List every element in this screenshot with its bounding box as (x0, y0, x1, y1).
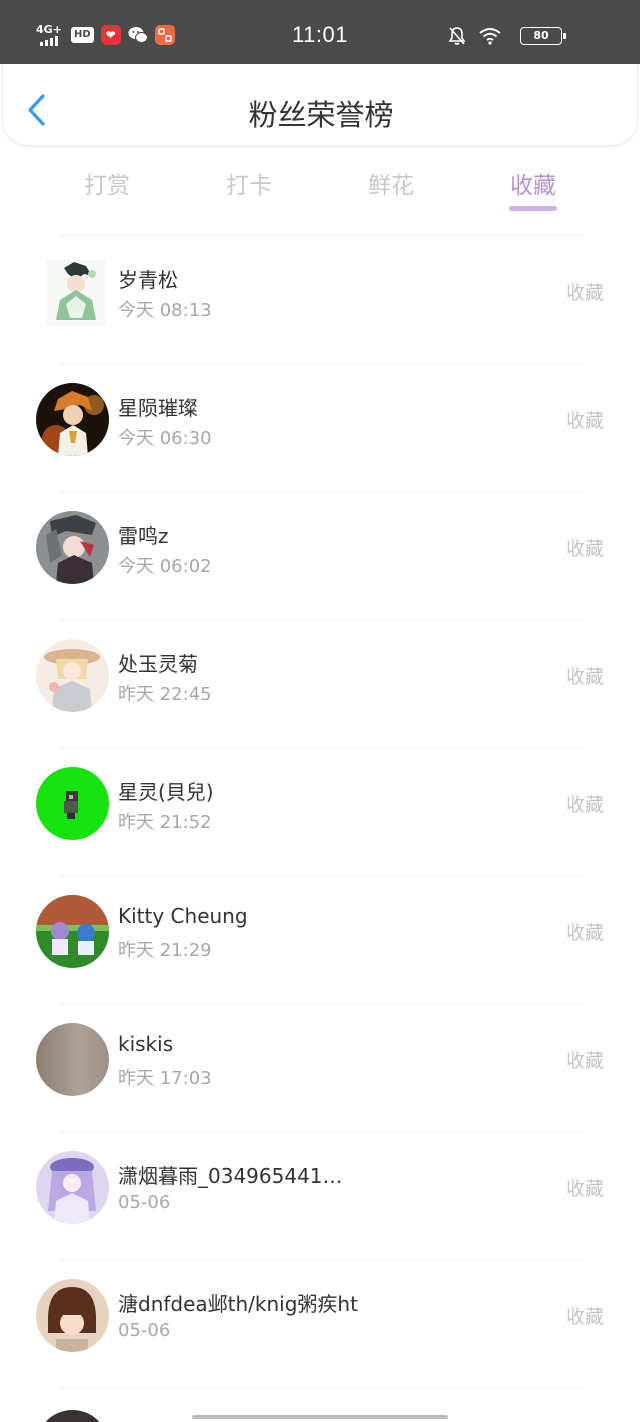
timestamp: 昨天 17:03 (118, 1068, 212, 1089)
timestamp: 昨天 21:29 (118, 940, 212, 961)
user-name: 溏dnfdea邺th/knig粥疾ht (118, 1292, 358, 1316)
favorite-label: 收藏 (565, 922, 604, 944)
user-name: 雷鸣z (118, 524, 169, 548)
status-bar: 4G+ HD ❤ 11:01 80 (0, 0, 640, 64)
list-item[interactable]: 星陨璀璨 今天 06:30 收藏 (0, 364, 640, 492)
user-name: Kitty Cheung (118, 904, 248, 928)
avatar[interactable] (36, 1279, 109, 1352)
status-right-icons (448, 26, 502, 50)
favorite-label: 收藏 (565, 666, 604, 688)
timestamp: 05-06 (118, 1320, 171, 1341)
avatar[interactable] (46, 260, 106, 326)
user-name: kiskis (118, 1032, 174, 1056)
avatar[interactable] (36, 1151, 109, 1224)
timestamp: 昨天 22:45 (118, 684, 212, 705)
favorite-label: 收藏 (565, 1050, 604, 1072)
avatar[interactable] (36, 767, 109, 840)
list-item[interactable]: Kitty Cheung 昨天 21:29 收藏 (0, 876, 640, 1004)
timestamp: 今天 08:13 (118, 300, 212, 321)
list-item[interactable]: 处玉灵菊 昨天 22:45 收藏 (0, 620, 640, 748)
list-item[interactable]: 雷鸣z 今天 06:02 收藏 (0, 492, 640, 620)
timestamp: 05-06 (118, 1192, 171, 1213)
header: 粉丝荣誉榜 (2, 64, 638, 146)
avatar[interactable] (36, 1023, 109, 1096)
list-item[interactable]: 星灵(貝兒) 昨天 21:52 收藏 (0, 748, 640, 876)
favorite-label: 收藏 (565, 1306, 604, 1328)
list-item[interactable]: 溏dnfdea邺th/knig粥疾ht 05-06 收藏 (0, 1260, 640, 1388)
avatar[interactable] (36, 639, 109, 712)
tab-flowers[interactable]: 鲜花 (320, 160, 462, 234)
home-indicator[interactable] (192, 1415, 448, 1419)
list-item[interactable]: 潇烟暮雨_034965441… 05-06 收藏 (0, 1132, 640, 1260)
timestamp: 今天 06:02 (118, 556, 212, 577)
list-item[interactable]: kiskis 昨天 17:03 收藏 (0, 1004, 640, 1132)
battery-icon: 80 (520, 27, 566, 45)
battery-level: 80 (533, 29, 549, 42)
wifi-icon (478, 27, 502, 49)
page-title: 粉丝荣誉榜 (248, 98, 394, 132)
favorite-label: 收藏 (565, 410, 604, 432)
favorite-label: 收藏 (565, 794, 604, 816)
favorite-label: 收藏 (565, 538, 604, 560)
tab-checkin[interactable]: 打卡 (178, 160, 320, 234)
timestamp: 昨天 21:52 (118, 812, 212, 833)
favorite-label: 收藏 (565, 282, 604, 304)
tab-bar: 打赏 打卡 鲜花 收藏 (36, 160, 604, 234)
timestamp: 今天 06:30 (118, 428, 212, 449)
user-name: 处玉灵菊 (118, 652, 198, 676)
favorite-label: 收藏 (565, 1178, 604, 1200)
user-name: 星灵(貝兒) (118, 780, 214, 804)
user-name: 潇烟暮雨_034965441… (118, 1164, 343, 1188)
tab-reward[interactable]: 打赏 (36, 160, 178, 234)
avatar[interactable] (36, 511, 109, 584)
user-name: 星陨璀璨 (118, 396, 198, 420)
user-name: 岁青松 (118, 268, 178, 292)
list-item[interactable]: 岁青松 今天 08:13 收藏 (0, 236, 640, 364)
tab-favorites[interactable]: 收藏 (462, 160, 604, 234)
avatar[interactable] (36, 895, 109, 968)
mute-bell-icon (448, 26, 466, 50)
fan-list: 岁青松 今天 08:13 收藏 星陨璀璨 今天 06:30 收藏 雷鸣z 今天 … (0, 236, 640, 1422)
avatar[interactable] (36, 1410, 109, 1422)
avatar[interactable] (36, 383, 109, 456)
